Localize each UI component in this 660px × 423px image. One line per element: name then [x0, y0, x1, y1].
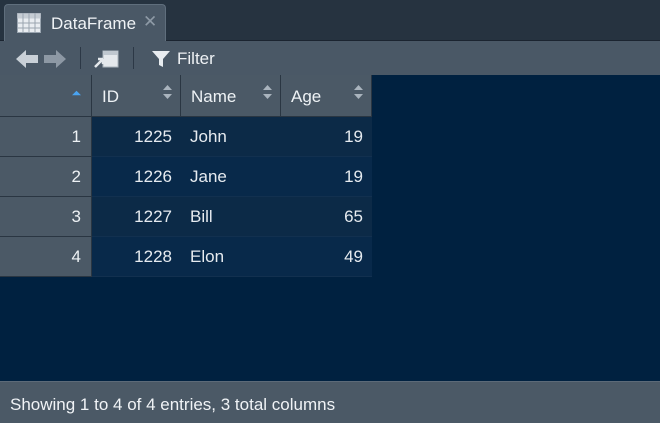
tab-title: DataFrame [51, 14, 137, 33]
column-header-label: Name [191, 87, 237, 106]
row-number: 2 [0, 157, 92, 197]
column-header-id[interactable]: ID [92, 75, 181, 117]
cell-name[interactable]: Bill [181, 197, 281, 237]
cell-age[interactable]: 65 [281, 197, 372, 237]
toolbar: Filter [0, 41, 660, 76]
column-header-name[interactable]: Name [181, 75, 281, 117]
cell-id[interactable]: 1225 [92, 117, 181, 157]
cell-name[interactable]: John [181, 117, 281, 157]
row-number: 3 [0, 197, 92, 237]
row-index-header[interactable] [0, 75, 92, 117]
cell-age[interactable]: 19 [281, 157, 372, 197]
cell-name[interactable]: Elon [181, 237, 281, 277]
cell-age[interactable]: 49 [281, 237, 372, 277]
header-row: ID Name Age [0, 75, 372, 117]
cell-id[interactable]: 1226 [92, 157, 181, 197]
data-table: ID Name Age 1 1225 John 19 2 1226 Jane 1… [0, 75, 372, 277]
data-grid: ID Name Age 1 1225 John 19 2 1226 Jane 1… [0, 75, 660, 381]
cell-name[interactable]: Jane [181, 157, 281, 197]
arrow-right-icon[interactable] [43, 48, 67, 70]
column-header-label: Age [291, 87, 322, 106]
sort-toggle-icon [163, 85, 172, 99]
sort-toggle-icon [263, 85, 272, 99]
cell-id[interactable]: 1228 [92, 237, 181, 277]
table-row[interactable]: 4 1228 Elon 49 [0, 237, 372, 277]
row-number: 1 [0, 117, 92, 157]
cell-age[interactable]: 19 [281, 117, 372, 157]
table-row[interactable]: 2 1226 Jane 19 [0, 157, 372, 197]
table-row[interactable]: 3 1227 Bill 65 [0, 197, 372, 237]
status-bar: Showing 1 to 4 of 4 entries, 3 total col… [0, 381, 660, 423]
cell-id[interactable]: 1227 [92, 197, 181, 237]
column-header-label: ID [102, 87, 119, 106]
entries-status-text: Showing 1 to 4 of 4 entries, 3 total col… [10, 395, 336, 414]
table-row[interactable]: 1 1225 John 19 [0, 117, 372, 157]
filter-button[interactable]: Filter [177, 49, 215, 69]
toolbar-separator [80, 47, 81, 69]
sort-toggle-icon [354, 85, 363, 99]
popout-window-icon[interactable] [94, 48, 120, 70]
close-icon[interactable]: ✕ [143, 12, 157, 32]
filter-icon[interactable] [152, 51, 170, 67]
tab-strip: DataFrame ✕ [0, 0, 660, 41]
arrow-left-icon[interactable] [15, 48, 39, 70]
table-icon [17, 13, 41, 33]
toolbar-separator [133, 47, 134, 69]
row-number: 4 [0, 237, 92, 277]
column-header-age[interactable]: Age [281, 75, 372, 117]
sort-asc-icon [72, 90, 81, 96]
tab-dataframe[interactable]: DataFrame ✕ [4, 4, 166, 41]
